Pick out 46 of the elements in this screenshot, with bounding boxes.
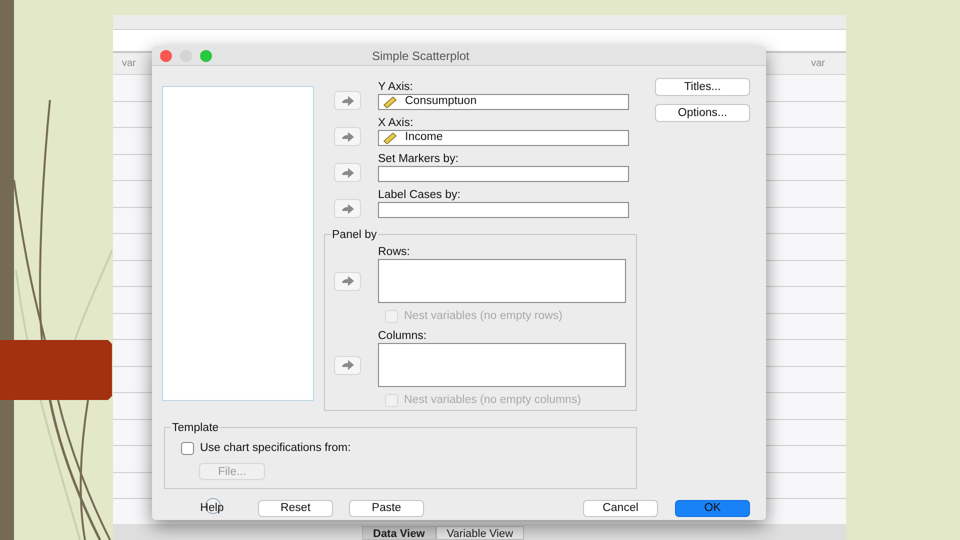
window-title: Simple Scatterplot: [372, 48, 470, 64]
ruler-icon: [383, 132, 397, 144]
dialog-button[interactable]: Cancel: [583, 500, 658, 518]
target-field[interactable]: Income: [378, 130, 629, 146]
field-label: Label Cases by:: [378, 188, 460, 202]
column-header: var: [121, 57, 137, 71]
target-field[interactable]: [378, 343, 626, 388]
arrow-right-icon: [340, 132, 354, 142]
checkbox-label: Use chart specifications from:: [200, 441, 351, 456]
checkbox-label: Nest variables (no empty columns): [404, 393, 582, 408]
field-label: Rows:: [378, 245, 410, 259]
move-arrow-button[interactable]: [334, 91, 361, 110]
field-label: Columns:: [378, 329, 427, 344]
help-button[interactable]: Help: [198, 500, 226, 518]
target-field[interactable]: Consumptuon: [378, 94, 629, 110]
move-arrow-button[interactable]: [334, 199, 361, 218]
arrow-right-icon: [340, 360, 354, 370]
variable-name: Consumptuon: [405, 94, 477, 110]
target-field[interactable]: [378, 166, 629, 182]
field-label: Y Axis:: [378, 80, 413, 94]
column-header: var: [810, 57, 826, 71]
arrow-right-icon: [340, 168, 354, 178]
target-field[interactable]: [378, 202, 629, 218]
move-arrow-button[interactable]: [334, 356, 361, 375]
view-tab[interactable]: Variable View: [436, 526, 524, 540]
zoom-window-icon[interactable]: [200, 50, 212, 62]
move-arrow-button[interactable]: [334, 127, 361, 146]
ruler-icon: [383, 96, 397, 108]
view-tab[interactable]: Data View: [362, 526, 436, 540]
field-label: X Axis:: [378, 116, 414, 130]
checkbox-label: Nest variables (no empty rows): [404, 309, 562, 324]
ok-button[interactable]: OK: [675, 500, 750, 518]
checkbox[interactable]: [181, 442, 194, 456]
move-arrow-button[interactable]: [334, 272, 361, 290]
arrow-right-icon: [340, 276, 354, 286]
close-window-icon[interactable]: [160, 50, 172, 62]
arrow-right-icon: [340, 204, 354, 214]
variable-name: Income: [405, 130, 443, 146]
arrow-right-icon: [340, 96, 354, 106]
dialog-button[interactable]: Paste: [349, 500, 424, 518]
dialog-button[interactable]: Titles...: [655, 78, 750, 96]
field-label: Set Markers by:: [378, 152, 459, 166]
move-arrow-button[interactable]: [334, 163, 361, 182]
dialog-button[interactable]: Options...: [655, 104, 750, 122]
dialog-button[interactable]: Reset: [258, 500, 333, 518]
target-field[interactable]: [378, 259, 626, 303]
